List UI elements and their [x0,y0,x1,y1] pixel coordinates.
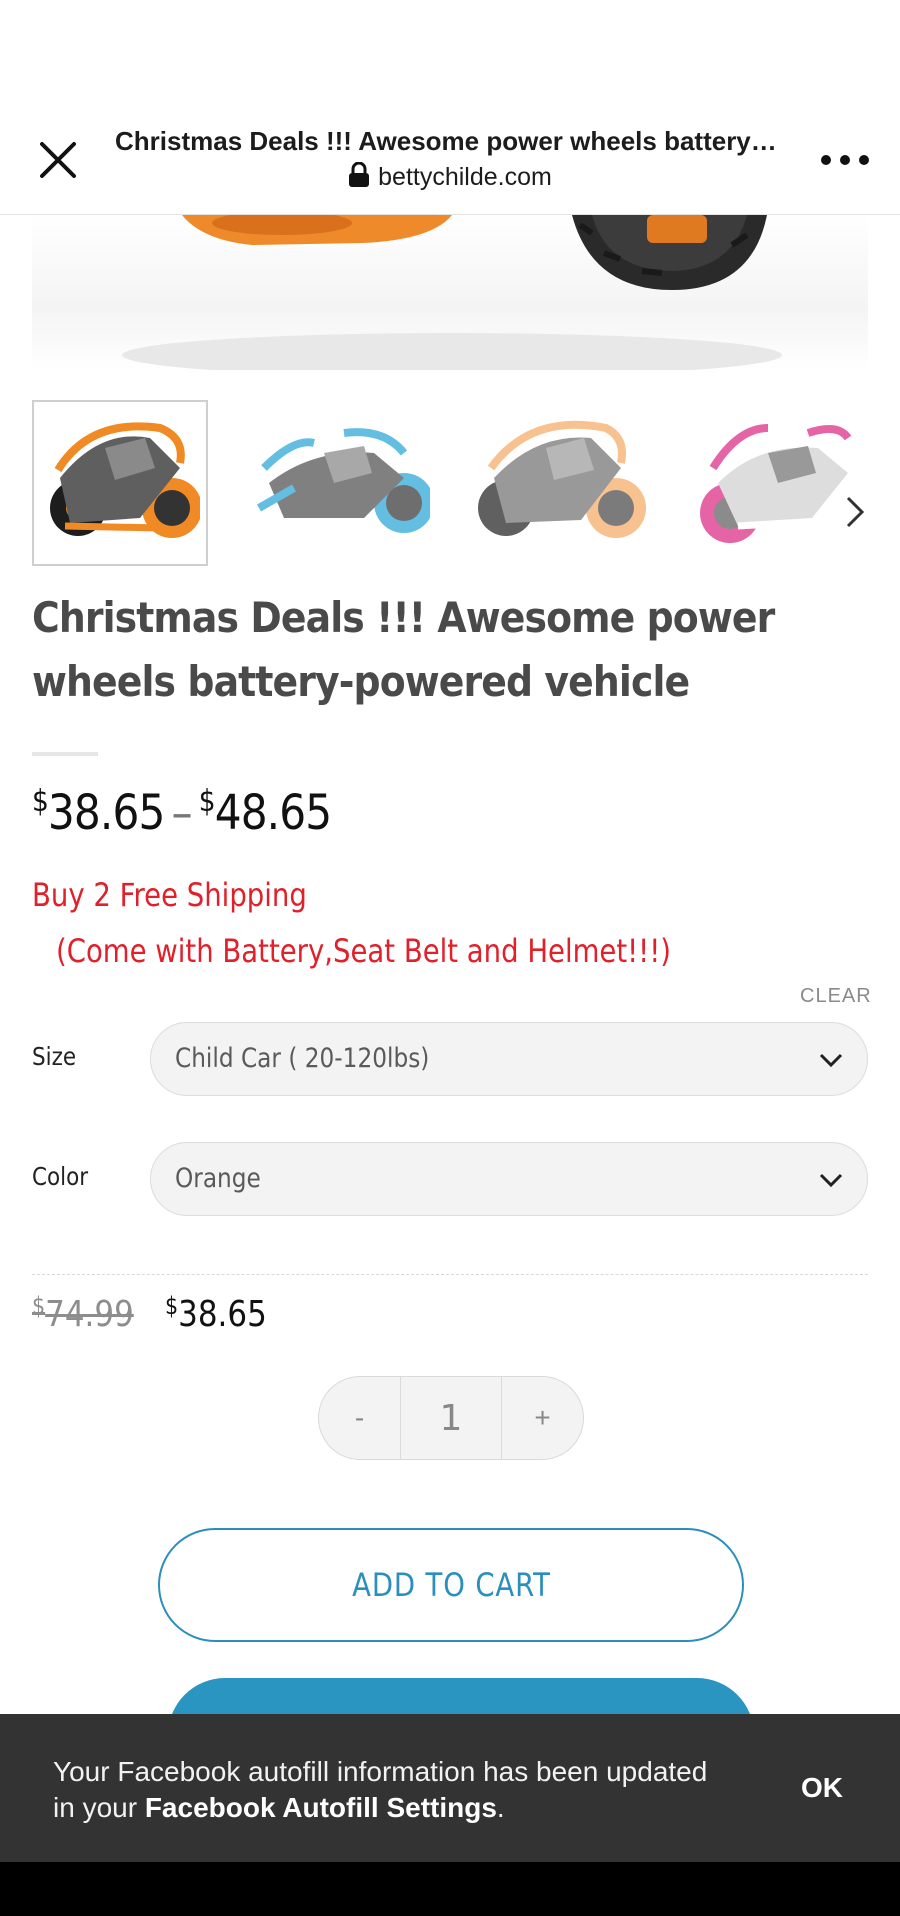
quantity-input[interactable]: 1 [400,1377,502,1459]
currency-symbol: $ [198,784,216,819]
more-icon [821,155,869,165]
title-divider [32,752,98,756]
size-selected-value: Child Car ( 20-120lbs) [175,1043,430,1074]
product-title: Christmas Deals !!! Awesome power wheels… [32,593,775,706]
section-divider [32,1274,868,1275]
thumbnail-pink[interactable] [698,400,874,566]
chevron-down-icon [817,1047,845,1073]
quantity-increase-button[interactable]: + [502,1377,583,1459]
autofill-snackbar: Your Facebook autofill information has b… [0,1714,900,1862]
clear-selection-link[interactable]: CLEAR [800,985,872,1008]
thumbnail-orange[interactable] [32,400,208,566]
vehicle-thumbnail-image [700,424,852,543]
chevron-right-icon [846,496,865,528]
promo-bundle: (Come with Battery,Seat Belt and Helmet!… [56,932,671,970]
vehicle-thumbnail-image [478,420,646,538]
product-hero-image[interactable] [32,215,868,370]
thumbnail-strip [32,400,882,570]
original-price-value: 74.99 [45,1294,134,1335]
currency-symbol: $ [32,1292,46,1320]
thumbnail-next-button[interactable] [840,492,870,532]
original-price: $74.99 [32,1292,134,1335]
vehicle-image [122,215,782,370]
vehicle-thumbnail-image [50,422,200,538]
price-low: 38.65 [47,785,165,841]
add-to-cart-label: ADD TO CART [351,1566,551,1604]
price-range: $38.65– $48.65 [32,784,332,841]
color-selected-value: Orange [175,1163,261,1194]
url-text: bettychilde.com [378,163,552,191]
quantity-stepper: - 1 + [318,1376,584,1460]
price-high: 48.65 [214,785,332,841]
system-navigation-bar [0,1862,900,1916]
browser-header: Christmas Deals !!! Awesome power wheels… [0,110,900,215]
color-label: Color [32,1162,89,1191]
snackbar-text-suffix: . [496,1792,505,1823]
snackbar-message: Your Facebook autofill information has b… [53,1754,733,1826]
thumbnail-orange-faded[interactable] [476,400,652,566]
currency-symbol: $ [32,784,49,819]
more-options-button[interactable] [810,138,880,182]
sale-price-value: 38.65 [178,1294,267,1335]
chevron-down-icon [817,1167,845,1193]
promo-shipping: Buy 2 Free Shipping [32,876,307,914]
status-bar-area [0,0,900,110]
page-title: Christmas Deals !!! Awesome power wheels… [115,126,777,156]
vehicle-thumbnail-image [257,428,430,533]
sale-price: $38.65 [165,1292,267,1335]
autofill-settings-link[interactable]: Facebook Autofill Settings [145,1792,497,1823]
size-label: Size [32,1042,77,1071]
url-display: bettychilde.com [0,162,900,192]
snackbar-ok-button[interactable]: OK [790,1766,854,1810]
add-to-cart-button[interactable]: ADD TO CART [158,1528,744,1642]
price-separator: – [171,785,192,841]
quantity-decrease-button[interactable]: - [319,1377,400,1459]
currency-symbol: $ [165,1292,179,1320]
thumbnail-blue[interactable] [254,400,430,566]
size-select[interactable]: Child Car ( 20-120lbs) [150,1022,868,1096]
color-select[interactable]: Orange [150,1142,868,1216]
lock-icon [349,162,370,187]
